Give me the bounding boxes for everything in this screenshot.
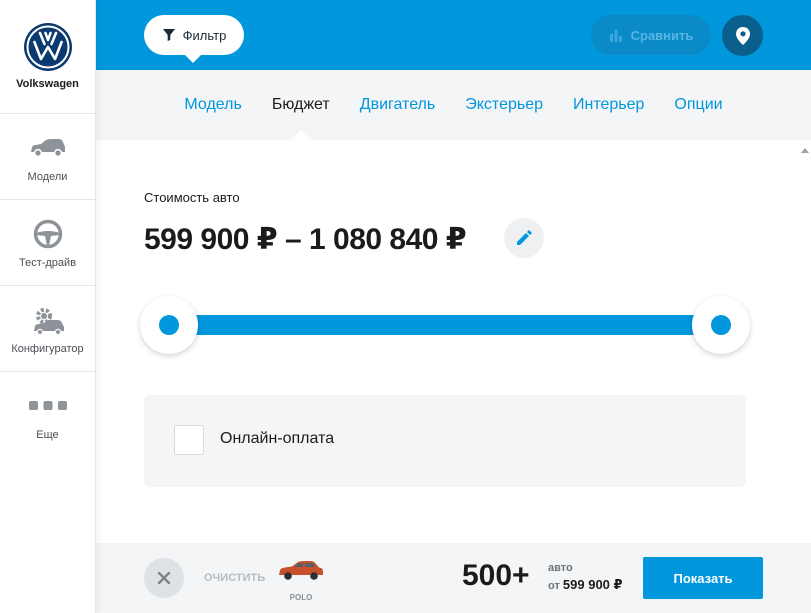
- filter-icon: [162, 29, 175, 41]
- tab-interior[interactable]: Интерьер: [558, 70, 659, 140]
- tab-engine[interactable]: Двигатель: [345, 70, 451, 140]
- clear-button[interactable]: [144, 558, 184, 598]
- sidebar-item-label: Модели: [27, 170, 68, 183]
- steering-wheel-icon: [33, 217, 63, 251]
- edit-price-button[interactable]: [504, 218, 544, 258]
- price-slider-max-handle[interactable]: [692, 296, 750, 354]
- car-icon: [29, 131, 67, 165]
- car-thumbnail-icon[interactable]: [276, 557, 326, 583]
- online-payment-option[interactable]: Онлайн-оплата: [144, 395, 746, 487]
- tab-exterior[interactable]: Экстерьер: [450, 70, 558, 140]
- results-price: от 599 900 ₽: [548, 577, 623, 593]
- sidebar-item-label: Тест-драйв: [18, 256, 77, 269]
- show-results-button[interactable]: Показать: [643, 557, 763, 599]
- filter-button[interactable]: Фильтр: [144, 15, 244, 63]
- page: Volkswagen Модели Тест-драйв Конфигурато…: [0, 0, 811, 613]
- sidebar-item-configurator[interactable]: Конфигуратор: [0, 286, 95, 372]
- price-slider-min-handle[interactable]: [140, 296, 198, 354]
- location-pin-icon: [735, 26, 750, 45]
- price-range: 599 900 ₽ – 1 080 840 ₽: [144, 223, 467, 256]
- filter-label: Фильтр: [182, 27, 227, 43]
- filter-tabs: Модель Бюджет Двигатель Экстерьер Интерь…: [96, 70, 811, 140]
- results-count: 500+: [462, 559, 530, 592]
- scrollbar[interactable]: [801, 140, 811, 543]
- tab-model[interactable]: Модель: [169, 70, 256, 140]
- online-payment-label: Онлайн-оплата: [220, 430, 335, 447]
- slider-handle-dot: [159, 315, 179, 335]
- sidebar-item-test-drive[interactable]: Тест-драйв: [0, 200, 95, 286]
- configurator-icon: [30, 303, 66, 337]
- top-bar: Фильтр Сравнить: [96, 0, 811, 70]
- sidebar: Volkswagen Модели Тест-драйв Конфигурато…: [0, 0, 96, 613]
- tab-budget[interactable]: Бюджет: [257, 70, 345, 140]
- sidebar-item-models[interactable]: Модели: [0, 114, 95, 200]
- volkswagen-logo-icon: [23, 23, 72, 71]
- results-unit: авто: [548, 562, 573, 574]
- brand-name: Volkswagen: [16, 78, 79, 90]
- price-from: 599 900 ₽: [562, 577, 623, 592]
- tab-options[interactable]: Опции: [659, 70, 737, 140]
- budget-panel: Стоимость авто 599 900 ₽ – 1 080 840 ₽ О…: [96, 140, 811, 543]
- cost-label: Стоимость авто: [144, 190, 240, 205]
- slider-handle-dot: [711, 315, 731, 335]
- location-button[interactable]: [722, 15, 763, 56]
- price-slider-track[interactable]: [168, 315, 723, 335]
- brand[interactable]: Volkswagen: [0, 0, 95, 114]
- results-bar: ОЧИСТИТЬ POLO 500+ авто от 599 900 ₽ Пок…: [96, 543, 811, 613]
- compare-label: Сравнить: [630, 27, 694, 43]
- close-icon: [157, 571, 171, 585]
- more-dots-icon: [28, 389, 68, 423]
- sidebar-item-label: Конфигуратор: [11, 342, 84, 355]
- sidebar-item-label: Еще: [36, 429, 59, 441]
- car-name: POLO: [289, 593, 313, 602]
- bar-chart-icon: [609, 30, 622, 42]
- compare-button[interactable]: Сравнить: [591, 15, 711, 55]
- pencil-icon: [517, 230, 532, 245]
- scroll-up-arrow-icon[interactable]: [801, 148, 809, 153]
- online-payment-checkbox[interactable]: [174, 425, 204, 455]
- clear-label[interactable]: ОЧИСТИТЬ: [204, 572, 265, 584]
- price-prefix: от: [548, 580, 560, 592]
- sidebar-item-more[interactable]: Еще: [0, 372, 95, 458]
